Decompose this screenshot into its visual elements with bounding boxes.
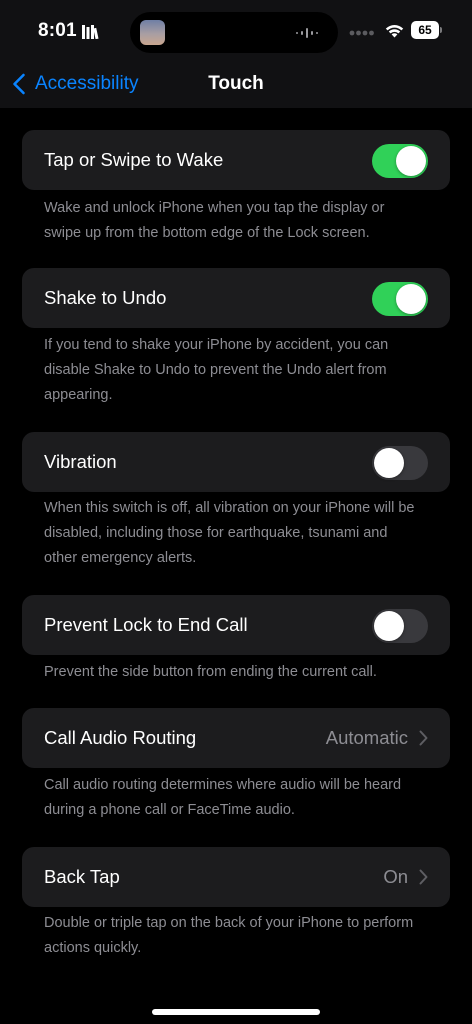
setting-label: Prevent Lock to End Call	[44, 614, 248, 635]
toggle-knob	[374, 448, 404, 478]
chevron-right-icon	[419, 730, 428, 746]
toggle-knob	[374, 611, 404, 641]
vibration-toggle[interactable]	[372, 446, 428, 480]
setting-row-back-tap[interactable]: Back Tap On	[22, 847, 450, 907]
setting-footnote: Double or triple tap on the back of your…	[44, 915, 414, 956]
setting-row-prevent-lock-end-call[interactable]: Prevent Lock to End Call	[22, 595, 450, 655]
setting-footnote: When this switch is off, all vibration o…	[44, 500, 415, 566]
battery-cap	[440, 27, 442, 33]
book-icon	[82, 25, 99, 39]
setting-footnote: If you tend to shake your iPhone by acci…	[44, 337, 389, 403]
setting-row-vibration[interactable]: Vibration	[22, 432, 450, 492]
home-indicator[interactable]	[152, 1009, 320, 1015]
dynamic-island[interactable]	[130, 12, 338, 53]
chevron-right-icon	[419, 869, 428, 885]
page-title: Touch	[208, 73, 264, 94]
setting-label: Call Audio Routing	[44, 727, 197, 748]
setting-row-tap-to-wake[interactable]: Tap or Swipe to Wake	[22, 130, 450, 190]
setting-label: Vibration	[44, 451, 117, 472]
setting-label: Tap or Swipe to Wake	[44, 149, 224, 170]
shake-to-undo-toggle[interactable]	[372, 282, 428, 316]
setting-footnote: Prevent the side button from ending the …	[44, 664, 377, 680]
cellular-dots-icon	[349, 30, 374, 36]
battery-indicator: 65	[411, 21, 443, 39]
navigation-bar: Accessibility Touch	[0, 64, 472, 108]
setting-value: Automatic	[325, 727, 408, 748]
setting-footnote: Call audio routing determines where audi…	[44, 777, 402, 818]
now-playing-artwork	[140, 20, 165, 45]
status-time: 8:01	[38, 20, 77, 41]
prevent-lock-end-call-toggle[interactable]	[372, 609, 428, 643]
battery-level: 65	[411, 21, 439, 39]
setting-label: Back Tap	[44, 866, 120, 887]
toggle-knob	[396, 146, 426, 176]
setting-value: On	[383, 866, 408, 887]
setting-footnote: Wake and unlock iPhone when you tap the …	[44, 200, 385, 241]
status-bar: 8:01 65	[0, 0, 472, 64]
setting-label: Shake to Undo	[44, 287, 167, 308]
setting-row-call-audio-routing[interactable]: Call Audio Routing Automatic	[22, 708, 450, 768]
wifi-icon	[385, 25, 404, 38]
tap-to-wake-toggle[interactable]	[372, 144, 428, 178]
toggle-knob	[396, 284, 426, 314]
waveform-icon	[296, 28, 318, 38]
setting-row-shake-to-undo[interactable]: Shake to Undo	[22, 268, 450, 328]
